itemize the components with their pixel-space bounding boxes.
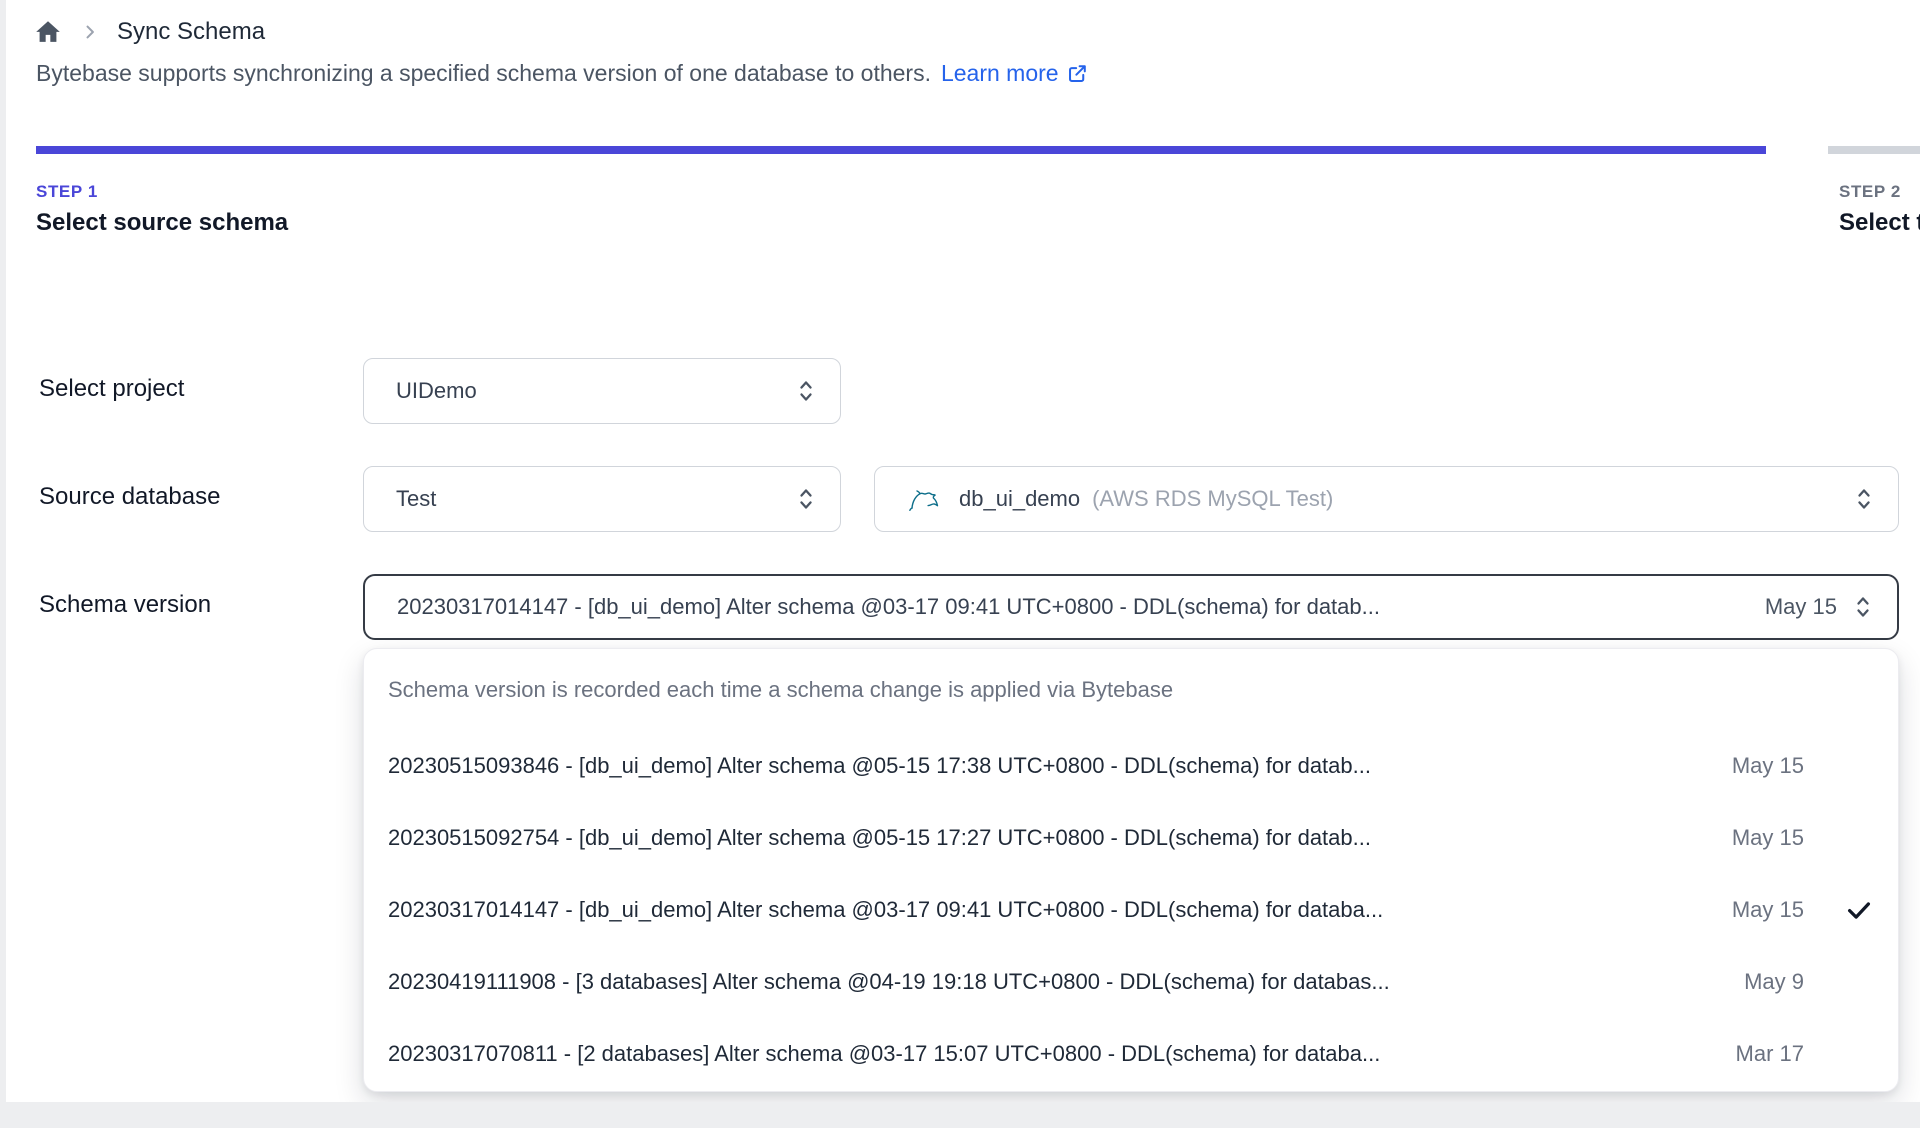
option-text: 20230317014147 - [db_ui_demo] Alter sche…: [388, 897, 1384, 922]
option-date: May 15: [1731, 825, 1804, 850]
option-date: Mar 17: [1735, 1041, 1804, 1066]
option-check-slot: [1812, 823, 1874, 853]
schema-version-option[interactable]: 20230317070811 - [2 databases] Alter sch…: [364, 1018, 1898, 1090]
step-2-header: STEP 2 Select t: [1839, 182, 1920, 237]
project-select[interactable]: UIDemo: [363, 358, 841, 424]
option-check-slot: [1812, 1039, 1874, 1069]
sync-schema-page: Sync Schema Bytebase supports synchroniz…: [0, 0, 1920, 1128]
option-check-slot: [1812, 967, 1874, 997]
schema-version-select-date: May 15: [1764, 594, 1837, 619]
chevrons-up-down-icon: [794, 485, 818, 513]
step-1-header: STEP 1 Select source schema: [36, 182, 496, 237]
content-card: Sync Schema Bytebase supports synchroniz…: [6, 0, 1920, 1102]
option-text: 20230419111908 - [3 databases] Alter sch…: [388, 969, 1390, 994]
schema-version-options: 20230515093846 - [db_ui_demo] Alter sche…: [364, 730, 1898, 1090]
schema-version-option[interactable]: 20230419111908 - [3 databases] Alter sch…: [364, 946, 1898, 1018]
source-database-label: Source database: [39, 483, 221, 510]
environment-select[interactable]: Test: [363, 466, 841, 532]
external-link-icon: [1068, 65, 1086, 82]
chevrons-up-down-icon: [794, 377, 818, 405]
step-2-title: Select t: [1839, 209, 1920, 236]
step-1-label: STEP 1: [36, 182, 98, 201]
intro-text: Bytebase supports synchronizing a specif…: [36, 60, 1089, 87]
schema-version-hint: Schema version is recorded each time a s…: [388, 677, 1174, 702]
chevrons-up-down-icon: [1851, 593, 1875, 621]
option-text: 20230317070811 - [2 databases] Alter sch…: [388, 1041, 1381, 1066]
select-project-label: Select project: [39, 375, 185, 402]
learn-more-link[interactable]: Learn more: [941, 60, 1089, 87]
schema-version-dropdown: Schema version is recorded each time a s…: [363, 648, 1899, 1092]
database-select-instance: (AWS RDS MySQL Test): [1092, 486, 1334, 511]
page-title: Sync Schema: [117, 18, 266, 45]
schema-version-option-selected[interactable]: 20230317014147 - [db_ui_demo] Alter sche…: [364, 874, 1898, 946]
option-text: 20230515092754 - [db_ui_demo] Alter sche…: [388, 825, 1371, 850]
option-date: May 15: [1731, 897, 1804, 922]
schema-version-label: Schema version: [39, 591, 212, 618]
intro-description: Bytebase supports synchronizing a specif…: [36, 60, 931, 86]
step1-progress-bar: [36, 146, 1766, 154]
check-icon: [1812, 895, 1874, 925]
schema-version-option[interactable]: 20230515093846 - [db_ui_demo] Alter sche…: [364, 730, 1898, 802]
option-date: May 9: [1744, 969, 1804, 994]
home-icon[interactable]: [33, 17, 63, 47]
option-date: May 15: [1731, 753, 1804, 778]
schema-version-option[interactable]: 20230515092754 - [db_ui_demo] Alter sche…: [364, 802, 1898, 874]
database-select-name: db_ui_demo: [959, 486, 1081, 511]
schema-version-select[interactable]: 20230317014147 - [db_ui_demo] Alter sche…: [363, 574, 1899, 640]
breadcrumb: Sync Schema: [33, 14, 265, 50]
schema-version-select-value: 20230317014147 - [db_ui_demo] Alter sche…: [397, 594, 1380, 619]
option-check-slot: [1812, 751, 1874, 781]
database-select[interactable]: db_ui_demo (AWS RDS MySQL Test): [874, 466, 1899, 532]
environment-select-value: Test: [396, 486, 437, 511]
step-1-title: Select source schema: [36, 209, 289, 236]
step-2-label: STEP 2: [1839, 182, 1901, 201]
learn-more-label: Learn more: [940, 60, 1059, 86]
mysql-dolphin-icon: [907, 482, 943, 516]
chevrons-up-down-icon: [1852, 485, 1876, 513]
step2-progress-bar: [1828, 146, 1920, 154]
chevron-right-icon: [79, 21, 101, 43]
project-select-value: UIDemo: [396, 378, 477, 403]
option-text: 20230515093846 - [db_ui_demo] Alter sche…: [388, 753, 1371, 778]
